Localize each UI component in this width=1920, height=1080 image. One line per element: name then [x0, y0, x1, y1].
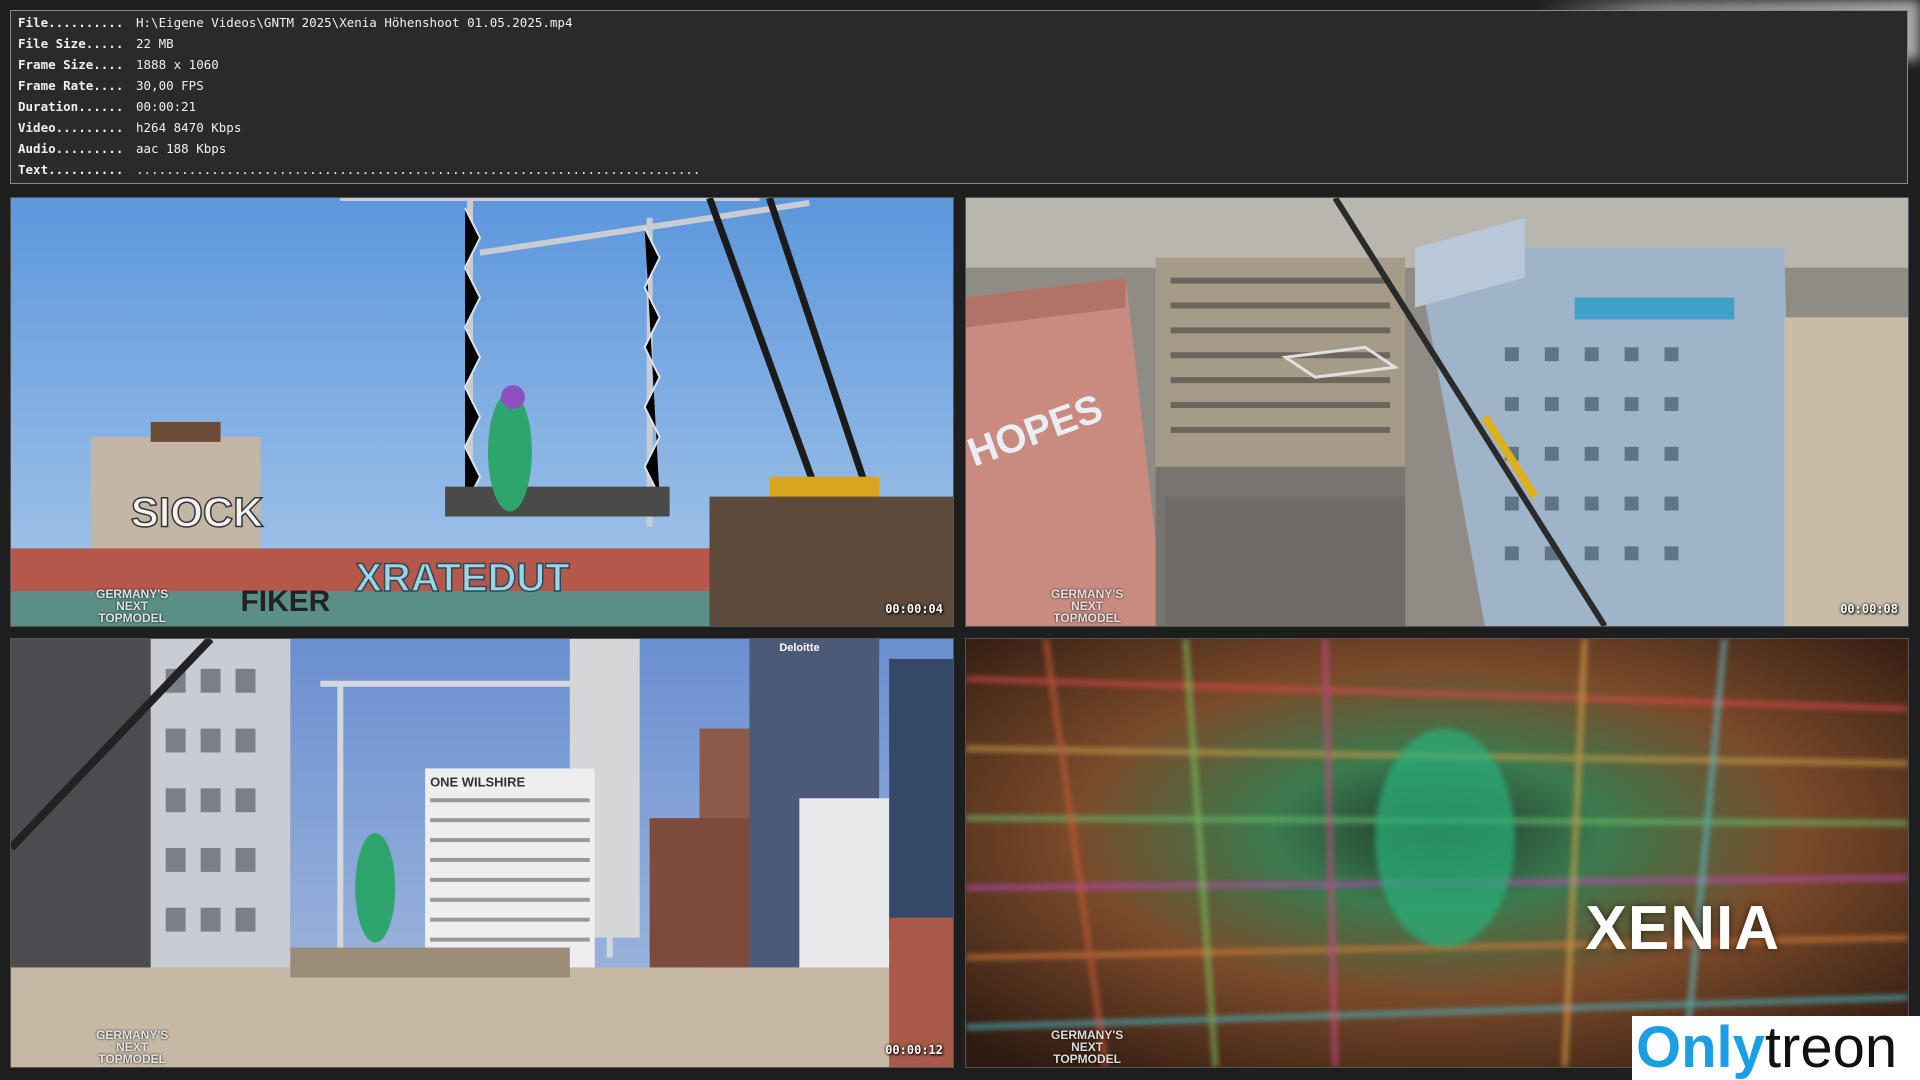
thumbnail-1: SIOCK XRATEDUT FIKER GERMANY'S NEXT TOPM…	[10, 197, 954, 627]
graffiti-siock: SIOCK	[131, 489, 264, 536]
gntm-logo: GERMANY'S NEXT TOPMODEL	[1051, 587, 1124, 625]
info-row-file: File.......... H:\Eigene Videos\GNTM 2025…	[18, 15, 573, 30]
gntm-logo: GERMANY'S NEXT TOPMODEL	[96, 1028, 169, 1066]
frame-image-aerial: HOPES	[966, 198, 1908, 626]
frame-image-zoom-blur	[966, 639, 1908, 1067]
media-info-panel: File.......... H:\Eigene Videos\GNTM 2025…	[10, 10, 1908, 184]
onlytreon-watermark: Onlytreon	[1632, 1016, 1920, 1080]
info-row-video: Video......... h264 8470 Kbps	[18, 120, 242, 135]
thumbnail-3: Deloitte ONE WILSHIRE GERMANY'S NEXT TOP…	[10, 638, 954, 1068]
thumbnail-4: XENIA GERMANY'S NEXT TOPMODEL	[965, 638, 1909, 1068]
thumbnail-2: HOPES GERMANY'S NEXT TOPMODEL 00:00:08	[965, 197, 1909, 627]
info-row-file-size: File Size..... 22 MB	[18, 36, 174, 51]
frame-image-crane: SIOCK XRATEDUT FIKER	[11, 198, 953, 626]
timestamp: 00:00:04	[885, 602, 943, 616]
info-row-frame-rate: Frame Rate.... 30,00 FPS	[18, 78, 204, 93]
gntm-logo: GERMANY'S NEXT TOPMODEL	[1051, 1028, 1124, 1066]
graffiti-fiker: FIKER	[241, 585, 331, 618]
tower-sign-deloitte: Deloitte	[779, 642, 819, 654]
info-row-text: Text....................................…	[18, 162, 701, 177]
info-row-audio: Audio......... aac 188 Kbps	[18, 141, 227, 156]
graffiti-xratedut: XRATEDUT	[355, 556, 569, 600]
gntm-logo: GERMANY'S NEXT TOPMODEL	[96, 587, 169, 625]
timestamp: 00:00:12	[885, 1043, 943, 1057]
building-sign-one-wilshire: ONE WILSHIRE	[430, 774, 525, 789]
frame-image-skyline: Deloitte ONE WILSHIRE	[11, 639, 953, 1067]
timestamp: 00:00:08	[1840, 602, 1898, 616]
info-row-frame-size: Frame Size.... 1888 x 1060	[18, 57, 219, 72]
info-row-duration: Duration...... 00:00:21	[18, 99, 197, 114]
contestant-name-title: XENIA	[1585, 894, 1780, 963]
